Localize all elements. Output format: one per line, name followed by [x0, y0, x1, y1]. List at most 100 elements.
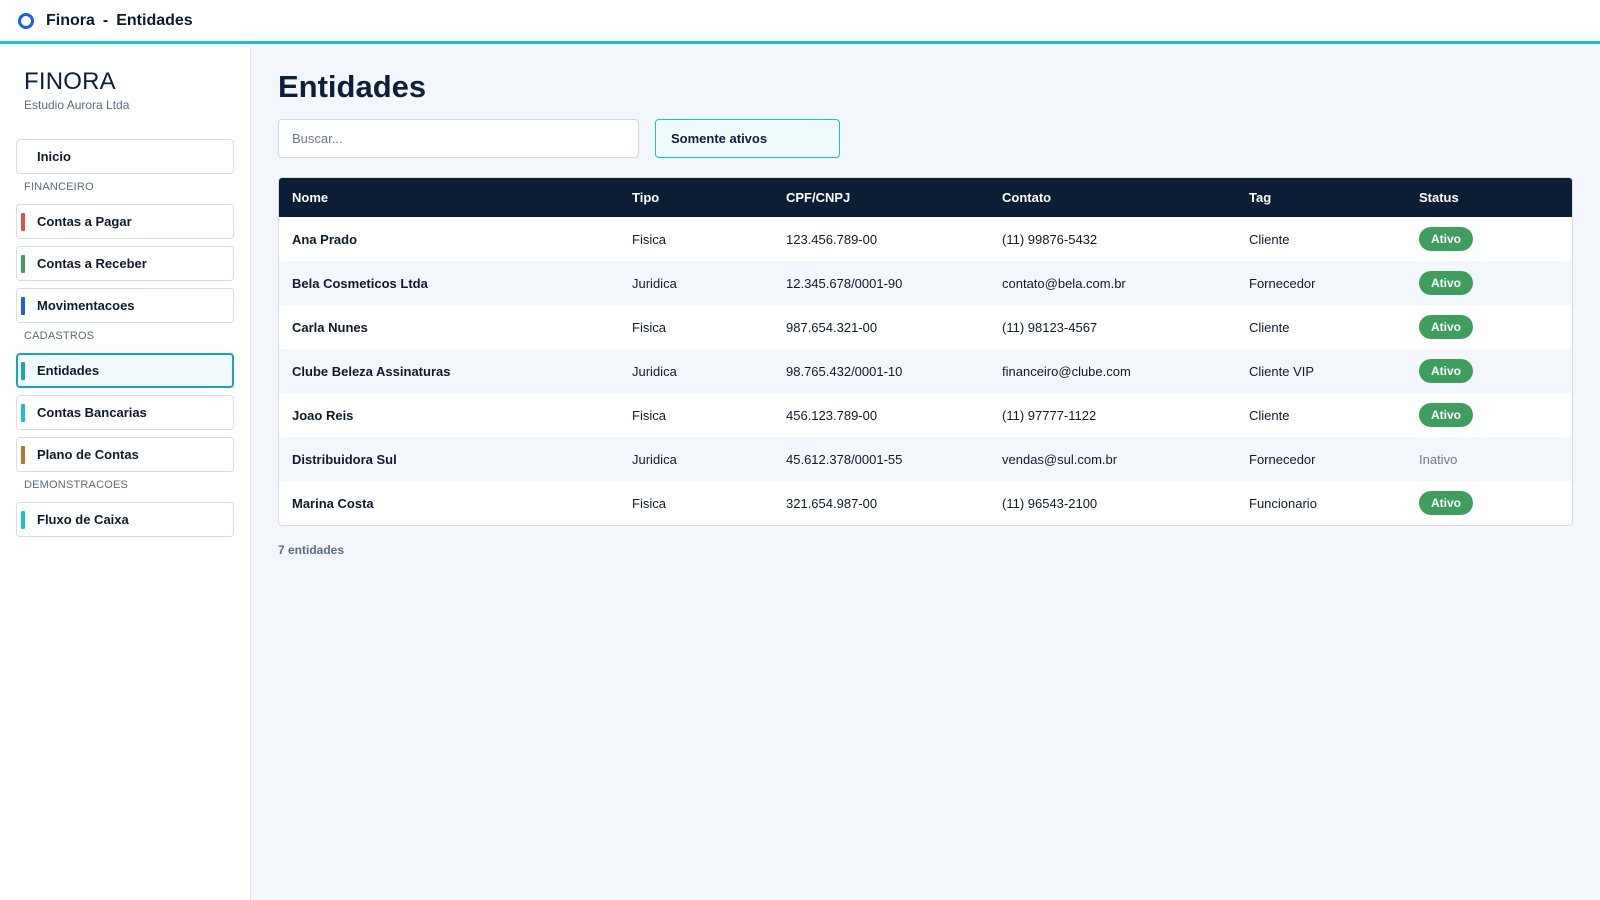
tag-cell: Cliente: [1249, 231, 1290, 247]
sidebar-item-contas-bancarias[interactable]: Contas Bancarias: [16, 395, 234, 430]
table-body: Ana Prado Fisica 123.456.789-00 (11) 99876-…: [279, 217, 1572, 525]
status-cell: Inativo: [1406, 437, 1572, 481]
status-cell: Ativo: [1406, 349, 1572, 393]
document-cell: 12.345.678/0001-90: [786, 275, 903, 291]
status-cell: Ativo: [1406, 393, 1572, 437]
sidebar-section-title: CADASTROS: [24, 330, 95, 342]
status-badge: Ativo: [1419, 315, 1473, 339]
sidebar-item-label: Entidades: [37, 363, 100, 378]
contact-cell: (11) 99876-5432: [1002, 231, 1098, 247]
window-title-separator: -: [102, 11, 109, 29]
name-cell: Marina Costa: [292, 495, 374, 511]
type-cell: Juridica: [632, 451, 677, 467]
status-cell: Ativo: [1406, 217, 1572, 261]
sidebar-section-title: DEMONSTRACOES: [24, 479, 129, 491]
column-header[interactable]: Status: [1406, 178, 1572, 217]
search-input[interactable]: [278, 119, 639, 158]
color-marker-icon: [21, 404, 25, 422]
status-badge: Ativo: [1419, 227, 1473, 251]
sidebar-item-contas-a-pagar[interactable]: Contas a Pagar: [16, 204, 234, 239]
status-badge: Ativo: [1419, 403, 1473, 427]
window-page-name: Entidades: [116, 11, 193, 29]
company-name: Estudio Aurora Ltda: [24, 98, 130, 112]
document-cell: 45.612.378/0001-55: [786, 451, 903, 467]
color-marker-icon: [21, 255, 25, 273]
tag-cell: Cliente: [1249, 407, 1290, 423]
contact-cell: financeiro@clube.com: [1002, 363, 1131, 379]
color-marker-icon: [21, 362, 25, 380]
table-row[interactable]: Carla Nunes Fisica 987.654.321-00 (11) 9812…: [279, 305, 1572, 349]
window-title: Finora - Entidades: [46, 12, 193, 30]
status-cell: Ativo: [1406, 261, 1572, 305]
color-marker-icon: [21, 213, 25, 231]
contact-cell: (11) 97777-1122: [1002, 407, 1097, 423]
type-cell: Juridica: [632, 363, 677, 379]
sidebar: FINORA Estudio Aurora Ltda Inicio FINANC…: [0, 47, 251, 900]
sidebar-item-label: Contas Bancarias: [37, 405, 147, 420]
window-app-name: Finora: [46, 11, 95, 29]
color-marker-icon: [21, 446, 25, 464]
tag-cell: Fornecedor: [1249, 275, 1316, 291]
contact-cell: vendas@sul.com.br: [1002, 451, 1118, 467]
sidebar-item-inicio[interactable]: Inicio: [16, 139, 234, 174]
sidebar-item-contas-a-receber[interactable]: Contas a Receber: [16, 246, 234, 281]
color-marker-icon: [21, 297, 25, 315]
name-cell: Carla Nunes: [292, 319, 368, 335]
status-badge: Ativo: [1419, 271, 1473, 295]
sidebar-item-label: Contas a Pagar: [37, 214, 132, 229]
app-ring-icon: [18, 12, 34, 29]
table-row[interactable]: Clube Beleza Assinaturas Juridica 98.765.4…: [279, 349, 1572, 393]
tag-cell: Funcionario: [1249, 495, 1317, 511]
name-cell: Joao Reis: [292, 407, 354, 423]
color-marker-icon: [21, 511, 25, 529]
sidebar-item-label: Movimentacoes: [37, 298, 135, 313]
page-title: Entidades: [278, 69, 427, 104]
name-cell: Bela Cosmeticos Ltda: [292, 275, 428, 291]
document-cell: 456.123.789-00: [786, 407, 878, 423]
tag-cell: Fornecedor: [1249, 451, 1316, 467]
column-header[interactable]: Nome: [279, 178, 619, 217]
contact-cell: (11) 98123-4567: [1002, 319, 1098, 335]
sidebar-item-movimentacoes[interactable]: Movimentacoes: [16, 288, 234, 323]
document-cell: 98.765.432/0001-10: [786, 363, 903, 379]
sidebar-item-plano-de-contas[interactable]: Plano de Contas: [16, 437, 234, 472]
status-cell: Ativo: [1406, 305, 1572, 349]
sidebar-item-fluxo-de-caixa[interactable]: Fluxo de Caixa: [16, 502, 234, 537]
sidebar-item-label: Contas a Receber: [37, 256, 147, 271]
table-row[interactable]: Distribuidora Sul Juridica 45.612.378/0001…: [279, 437, 1572, 481]
type-cell: Fisica: [632, 319, 666, 335]
table-row[interactable]: Marina Costa Fisica 321.654.987-00 (11) 965…: [279, 481, 1572, 525]
entity-count: 7 entidades: [278, 543, 345, 557]
sidebar-item-label: Plano de Contas: [37, 447, 139, 462]
column-header[interactable]: CPF/CNPJ: [773, 178, 989, 217]
type-cell: Juridica: [632, 275, 677, 291]
status-cell: Ativo: [1406, 481, 1572, 525]
brand-name: FINORA: [24, 68, 116, 95]
column-header[interactable]: Tipo: [619, 178, 773, 217]
column-header[interactable]: Contato: [989, 178, 1236, 217]
status-badge: Ativo: [1419, 359, 1473, 383]
active-only-filter-button[interactable]: Somente ativos: [655, 119, 840, 158]
sidebar-item-label: Inicio: [37, 149, 71, 164]
column-header[interactable]: Tag: [1236, 178, 1406, 217]
sidebar-item-label: Fluxo de Caixa: [37, 512, 129, 527]
table-header-row: Nome Tipo CPF/CNPJ Contato Tag Status: [279, 178, 1572, 217]
main-content: Entidades Somente ativos NomeTipoCPF/CNP…: [252, 47, 1600, 900]
toolbar: Somente ativos: [278, 119, 1600, 158]
document-cell: 987.654.321-00: [786, 319, 878, 335]
sidebar-section-title: FINANCEIRO: [24, 181, 94, 193]
table-row[interactable]: Joao Reis Fisica 456.123.789-00 (11) 97777-…: [279, 393, 1572, 437]
type-cell: Fisica: [632, 407, 666, 423]
name-cell: Distribuidora Sul: [292, 451, 397, 467]
name-cell: Clube Beleza Assinaturas: [292, 363, 451, 379]
tag-cell: Cliente VIP: [1249, 363, 1315, 379]
sidebar-nav: Inicio FINANCEIRO Contas a Pagar Contas a …: [16, 139, 234, 537]
table-row[interactable]: Ana Prado Fisica 123.456.789-00 (11) 99876-…: [279, 217, 1572, 261]
contact-cell: (11) 96543-2100: [1002, 495, 1098, 511]
sidebar-item-entidades[interactable]: Entidades: [16, 353, 234, 388]
name-cell: Ana Prado: [292, 231, 358, 247]
tag-cell: Cliente: [1249, 319, 1290, 335]
entities-table: Nome Tipo CPF/CNPJ Contato Tag Status Ana Pra…: [278, 177, 1573, 526]
table-row[interactable]: Bela Cosmeticos Ltda Juridica 12.345.678/0…: [279, 261, 1572, 305]
title-bar: Finora - Entidades: [0, 0, 1600, 44]
